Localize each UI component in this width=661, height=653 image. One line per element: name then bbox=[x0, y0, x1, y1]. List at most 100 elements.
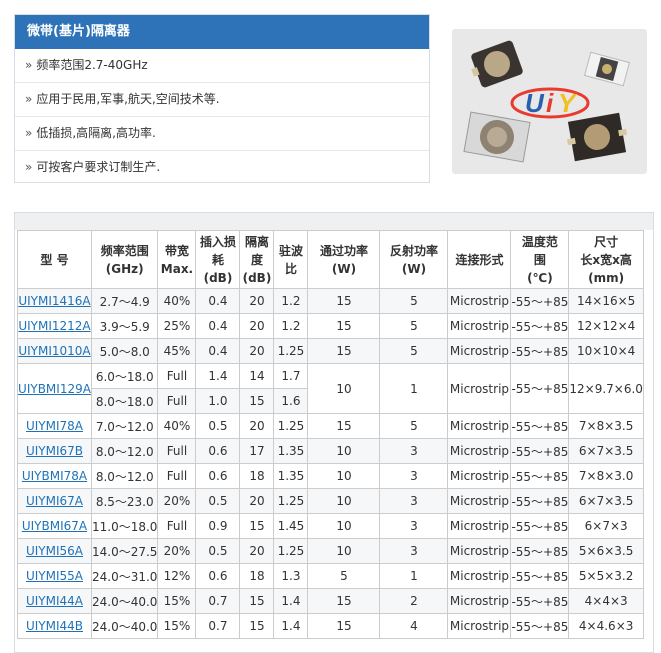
table-cell-iso: 17 bbox=[239, 438, 275, 464]
table-cell-rev: 5 bbox=[379, 313, 449, 339]
table-cell-vswr: 1.2 bbox=[273, 313, 309, 339]
table-cell-bw: 15% bbox=[157, 613, 197, 639]
brand-logo: U i Y bbox=[510, 85, 594, 125]
model-link[interactable]: UIYMI55A bbox=[17, 563, 92, 589]
table-cell-size: 7×8×3.5 bbox=[568, 413, 644, 439]
table-cell-size: 6×7×3.5 bbox=[568, 488, 644, 514]
table-cell-bw: 40% bbox=[157, 413, 197, 439]
column-header-text: (dB) bbox=[203, 270, 233, 285]
table-cell-conn: Microstrip bbox=[447, 538, 512, 564]
table-cell-il: 0.5 bbox=[195, 538, 241, 564]
table-cell-temp: -55～+85 bbox=[510, 288, 570, 314]
table-cell-rev: 4 bbox=[379, 613, 449, 639]
table-cell-vswr: 1.3 bbox=[273, 563, 309, 589]
model-link[interactable]: UIYMI1416A bbox=[17, 288, 92, 314]
column-header-text: 带宽 bbox=[164, 243, 189, 258]
table-cell-freq: 11.0～18.0 bbox=[90, 513, 159, 539]
table-row: UIYMI44B 24.0～40.0 15% 0.7 15 1.4 15 4 Microstri… bbox=[17, 613, 644, 639]
column-header-text: 频率范围 bbox=[100, 243, 149, 258]
table-row: UIYMI55A 24.0～31.0 12% 0.6 18 1.3 5 1 Microstrip… bbox=[17, 563, 644, 589]
table-cell-size: 6×7×3.5 bbox=[568, 438, 644, 464]
table-top-band bbox=[15, 213, 653, 230]
table-cell-vswr: 1.35 bbox=[273, 438, 309, 464]
table-cell-iso: 20 bbox=[239, 288, 275, 314]
column-header: 型 号 bbox=[17, 230, 92, 289]
table-cell-temp: -55～+85 bbox=[510, 413, 570, 439]
table-cell-il: 0.4 bbox=[195, 338, 241, 364]
table-cell-size: 4×4.6×3 bbox=[568, 613, 644, 639]
table-cell-vswr: 1.6 bbox=[273, 388, 309, 414]
column-header-text: 插入损 bbox=[199, 234, 236, 249]
table-cell-size: 7×8×3.0 bbox=[568, 463, 644, 489]
table-cell-il: 0.6 bbox=[195, 463, 241, 489]
model-link[interactable]: UIYBMI67A bbox=[17, 513, 92, 539]
table-cell-fwd: 5 bbox=[307, 563, 381, 589]
feature-item: » 应用于民用,军事,航天,空间技术等. bbox=[15, 83, 429, 117]
table-cell-il: 1.4 bbox=[195, 363, 241, 389]
table-cell-bw: Full bbox=[157, 438, 197, 464]
table-cell-rev: 1 bbox=[379, 563, 449, 589]
table-cell-freq: 24.0～40.0 bbox=[90, 613, 159, 639]
table-row: UIYMI1212A 3.9～5.9 25% 0.4 20 1.2 15 5 Microstri… bbox=[17, 313, 644, 339]
table-cell-bw: 40% bbox=[157, 288, 197, 314]
column-header-text: 通过功率 bbox=[319, 243, 368, 258]
table-cell-rev: 3 bbox=[379, 463, 449, 489]
table-cell-il: 0.7 bbox=[195, 613, 241, 639]
table-cell-bw: 20% bbox=[157, 488, 197, 514]
model-link[interactable]: UIYMI1010A bbox=[17, 338, 92, 364]
table-cell-vswr: 1.45 bbox=[273, 513, 309, 539]
table-row: UIYBMI78A 8.0～12.0 Full 0.6 18 1.35 10 3 Microst… bbox=[17, 463, 644, 489]
column-header-text: 长x宽x高 bbox=[580, 252, 632, 267]
table-cell-size: 5×5×3.2 bbox=[568, 563, 644, 589]
svg-text:Y: Y bbox=[558, 88, 578, 118]
model-link[interactable]: UIYMI56A bbox=[17, 538, 92, 564]
table-cell-vswr: 1.2 bbox=[273, 288, 309, 314]
feature-item: » 可按客户要求订制生产. bbox=[25, 160, 161, 174]
model-link[interactable]: UIYMI78A bbox=[17, 413, 92, 439]
table-cell-iso: 20 bbox=[239, 313, 275, 339]
model-link[interactable]: UIYMI44A bbox=[17, 588, 92, 614]
table-cell-rev: 5 bbox=[379, 413, 449, 439]
table-cell-freq: 8.5～23.0 bbox=[90, 488, 159, 514]
table-cell-freq: 24.0～31.0 bbox=[90, 563, 159, 589]
table-row: UIYBMI129A 6.0～18.0 Full 1.4 14 1.7 10 1 Microst… bbox=[17, 363, 644, 414]
svg-text:U: U bbox=[525, 88, 545, 118]
table-cell-fwd: 15 bbox=[307, 338, 381, 364]
column-header: 尺寸 长x宽x高 (mm) bbox=[568, 230, 644, 289]
table-cell-conn: Microstrip bbox=[447, 413, 512, 439]
double-chevron-right-icon: » bbox=[25, 160, 33, 174]
table-cell-freq: 2.7～4.9 bbox=[90, 288, 159, 314]
feature-item: » 频率范围2.7-40GHz bbox=[15, 49, 429, 83]
model-link[interactable]: UIYBMI78A bbox=[17, 463, 92, 489]
table-cell-temp: -55～+85 bbox=[510, 613, 570, 639]
table-cell-rev: 3 bbox=[379, 513, 449, 539]
table-cell-conn: Microstrip bbox=[447, 463, 512, 489]
column-header: 通过功率 (W) bbox=[307, 230, 381, 289]
table-cell-fwd: 10 bbox=[307, 488, 381, 514]
model-link[interactable]: UIYBMI129A bbox=[17, 363, 92, 414]
column-header-text: (℃) bbox=[527, 270, 553, 285]
model-link[interactable]: UIYMI67B bbox=[17, 438, 92, 464]
table-cell-iso: 15 bbox=[239, 388, 275, 414]
column-header-text: (mm) bbox=[588, 270, 625, 285]
table-cell-il: 0.9 bbox=[195, 513, 241, 539]
table-cell-size: 12×9.7×6.0 bbox=[568, 363, 644, 414]
table-cell-iso: 18 bbox=[239, 463, 275, 489]
table-cell-il: 0.6 bbox=[195, 563, 241, 589]
model-link[interactable]: UIYMI44B bbox=[17, 613, 92, 639]
column-header-text: Max. bbox=[160, 261, 194, 276]
table-cell-rev: 5 bbox=[379, 338, 449, 364]
double-chevron-right-icon: » bbox=[25, 92, 33, 106]
table-cell-vswr: 1.25 bbox=[273, 338, 309, 364]
table-cell-il: 1.0 bbox=[195, 388, 241, 414]
model-link[interactable]: UIYMI67A bbox=[17, 488, 92, 514]
table-cell-bw: Full bbox=[157, 513, 197, 539]
model-link[interactable]: UIYMI1212A bbox=[17, 313, 92, 339]
column-header-text: 温度范 bbox=[521, 234, 558, 249]
table-cell-freq: 5.0～8.0 bbox=[90, 338, 159, 364]
table-cell-vswr: 1.25 bbox=[273, 488, 309, 514]
table-cell-size: 4×4×3 bbox=[568, 588, 644, 614]
column-header: 隔离度 (dB) bbox=[239, 230, 275, 289]
table-cell-fwd: 10 bbox=[307, 438, 381, 464]
table-cell-size: 5×6×3.5 bbox=[568, 538, 644, 564]
